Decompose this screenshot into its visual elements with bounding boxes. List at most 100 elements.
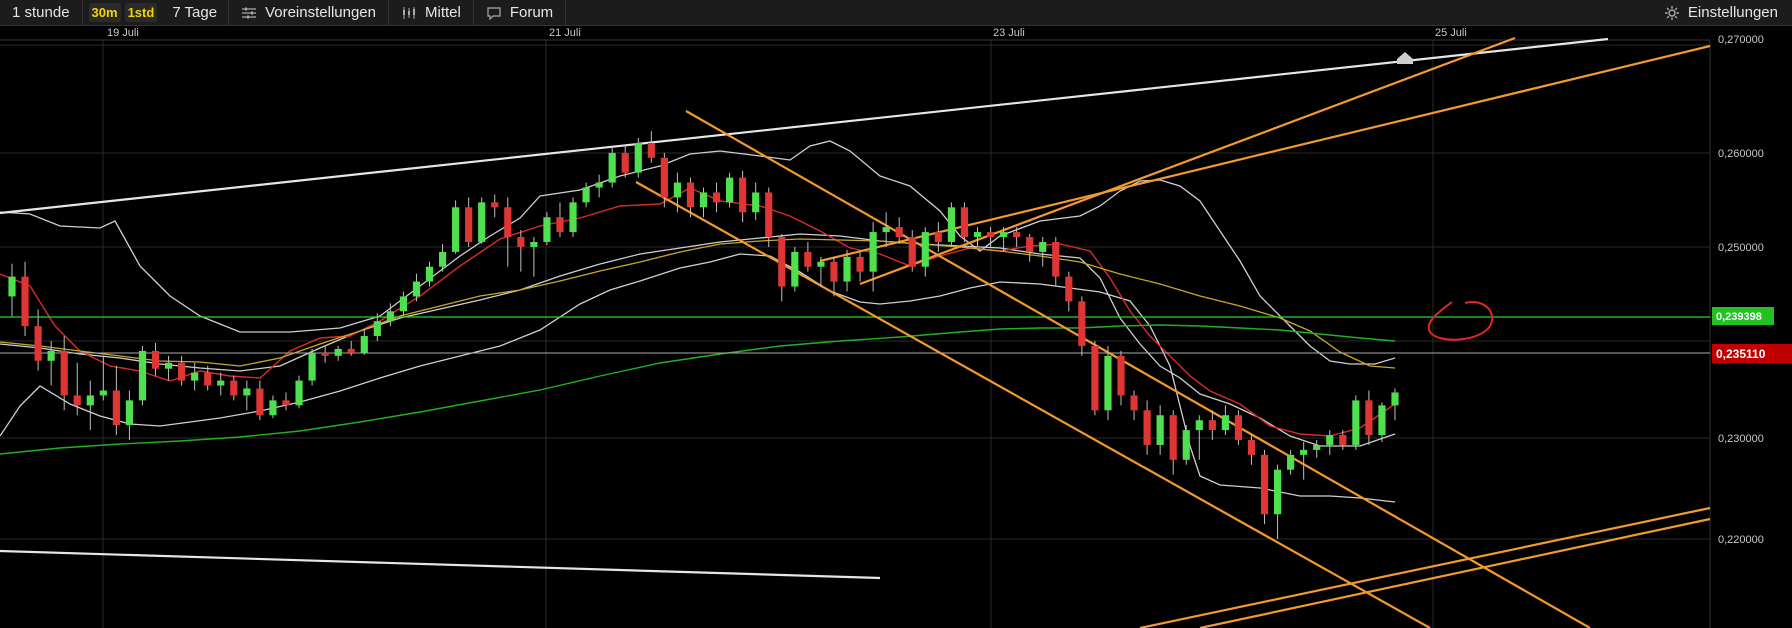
candle-body xyxy=(1287,454,1295,470)
candle-body xyxy=(373,321,381,337)
candle xyxy=(973,227,982,247)
moving-average-red xyxy=(0,187,1396,437)
candle-body xyxy=(1378,405,1386,436)
candle-body xyxy=(1234,415,1243,440)
indicator-button[interactable]: Mittel xyxy=(389,0,474,26)
candle xyxy=(726,172,734,208)
range-7-tage-button[interactable]: 7 Tage xyxy=(169,2,220,23)
price-marker-red-label: 0,235110 xyxy=(1716,347,1766,361)
range-1std-button[interactable]: 1std xyxy=(124,3,158,22)
candle xyxy=(138,345,147,406)
candle xyxy=(1091,340,1099,416)
candle xyxy=(230,375,238,401)
candle xyxy=(1156,405,1164,455)
candlestick-series xyxy=(8,131,1399,539)
candle-body xyxy=(256,388,264,416)
candle-body xyxy=(1156,415,1164,445)
candle xyxy=(595,174,603,198)
candle-body xyxy=(1091,345,1099,411)
candle-body xyxy=(986,232,995,238)
range-30m-button[interactable]: 30m xyxy=(88,3,121,22)
candle-body xyxy=(1104,355,1112,411)
candle xyxy=(1247,435,1256,465)
candle xyxy=(1221,405,1229,436)
candle-body xyxy=(295,380,303,406)
bollinger-middle xyxy=(0,233,1396,447)
candle-body xyxy=(1300,449,1308,455)
candle-body xyxy=(243,388,251,396)
candle xyxy=(830,256,838,297)
indicator-label: Mittel xyxy=(425,4,461,21)
candle-body xyxy=(673,182,681,198)
candle-body xyxy=(60,350,68,396)
candle-body xyxy=(660,157,668,198)
candle-body xyxy=(973,232,982,238)
candle-body xyxy=(517,237,525,247)
candle-body xyxy=(269,400,277,416)
candle xyxy=(504,197,512,267)
candle xyxy=(556,202,564,238)
candle xyxy=(1169,410,1177,475)
candle xyxy=(1078,296,1086,356)
candle-body xyxy=(895,227,903,238)
candle xyxy=(243,380,251,411)
y-tick-label: 0,260000 xyxy=(1718,148,1764,160)
trendline-orange-channel-top xyxy=(685,110,1591,628)
candle-body xyxy=(230,380,238,396)
candle xyxy=(1065,271,1073,312)
candles-icon xyxy=(401,6,417,20)
candle xyxy=(1026,234,1034,262)
candle xyxy=(465,197,473,247)
candle xyxy=(178,355,186,386)
candle-body xyxy=(908,237,916,267)
candle-body xyxy=(1143,410,1151,445)
candle xyxy=(282,392,290,411)
candle-body xyxy=(399,296,408,312)
trendline-white-lower xyxy=(0,549,881,580)
candle-body xyxy=(1065,276,1073,302)
candle-body xyxy=(334,348,342,356)
x-tick-label: 25 Juli xyxy=(1435,27,1467,39)
trendline-white-upper xyxy=(0,37,1609,215)
candle xyxy=(1234,410,1243,445)
candle-body xyxy=(999,232,1008,238)
candle xyxy=(530,237,538,277)
candle-body xyxy=(452,207,460,252)
candle-body xyxy=(1182,430,1190,460)
candle xyxy=(1260,449,1269,525)
candle-body xyxy=(73,395,81,406)
candle xyxy=(517,230,525,272)
candle-body xyxy=(21,276,29,327)
candle-body xyxy=(1130,395,1138,411)
candle-body xyxy=(1365,400,1373,436)
candle-body xyxy=(308,352,316,381)
candle xyxy=(151,342,160,376)
candle xyxy=(99,355,107,401)
x-tick-label: 23 Juli xyxy=(993,27,1025,39)
price-chart[interactable]: 19 Juli 21 Juli 23 Juli 25 Juli 0,270000… xyxy=(0,26,1792,628)
gear-icon xyxy=(1664,5,1680,21)
candle-body xyxy=(164,362,173,369)
candle-body xyxy=(86,395,94,406)
presets-button[interactable]: Voreinstellungen xyxy=(229,0,389,26)
candle-body xyxy=(347,348,355,353)
candle-body xyxy=(543,217,551,242)
candle-body xyxy=(178,362,186,381)
candle-body xyxy=(778,237,786,287)
candle xyxy=(1365,390,1373,445)
candle xyxy=(1378,402,1386,442)
candle-body xyxy=(647,142,655,158)
candle xyxy=(1117,350,1125,406)
candle xyxy=(791,246,799,292)
settings-button[interactable]: Einstellungen xyxy=(1652,0,1792,26)
candle xyxy=(347,340,355,356)
candle-body xyxy=(921,232,929,267)
candle xyxy=(125,390,134,440)
candle-body xyxy=(830,261,838,282)
candle xyxy=(739,170,747,223)
interval-selector[interactable]: 1 stunde xyxy=(0,0,83,26)
forum-button[interactable]: Forum xyxy=(474,0,567,26)
candle xyxy=(712,182,721,213)
interval-label: 1 stunde xyxy=(12,4,70,21)
price-marker-green-label: 0,239398 xyxy=(1716,311,1762,323)
